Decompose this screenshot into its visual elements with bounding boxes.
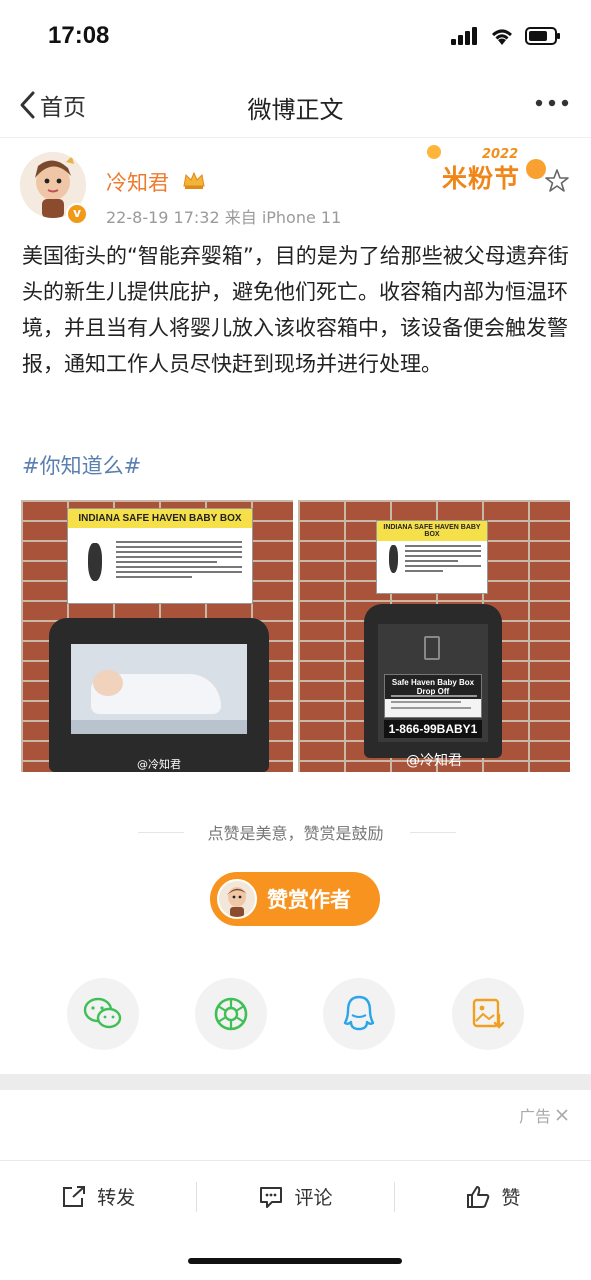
sign-title: INDIANA SAFE HAVEN BABY BOX <box>68 509 252 528</box>
ad-label[interactable]: 广告 <box>519 1103 569 1127</box>
baby-box-interior <box>71 644 247 734</box>
baby-box-frame <box>49 618 269 772</box>
page-title: 微博正文 <box>247 96 344 124</box>
reward-hint: 点赞是美意，赞赏是鼓励 <box>207 824 384 843</box>
footprint-icon <box>389 545 398 573</box>
baby-head <box>93 670 123 696</box>
moments-icon <box>214 997 248 1031</box>
reward-button-label: 赞赏作者 <box>267 888 351 912</box>
crown-icon <box>183 171 205 189</box>
home-indicator <box>188 1258 402 1264</box>
divider-right <box>410 832 456 833</box>
nav-bar: 首页 微博正文 <box>0 72 591 138</box>
section-divider <box>0 1074 591 1090</box>
like-label: 赞 <box>501 1187 521 1209</box>
baby-box-sign: INDIANA SAFE HAVEN BABY BOX <box>67 508 253 604</box>
verified-badge: v <box>66 203 88 225</box>
door-handle <box>424 636 440 660</box>
comment-button[interactable]: 评论 <box>197 1183 393 1210</box>
footprint-icon <box>88 543 102 581</box>
box-floor <box>71 720 247 734</box>
status-time: 17:08 <box>48 22 110 49</box>
share-moments-button[interactable] <box>195 978 267 1050</box>
share-qq-button[interactable] <box>323 978 395 1050</box>
phone-number: 1-866-99BABY1 <box>384 720 482 738</box>
favorite-star-icon[interactable] <box>544 168 570 194</box>
bottom-toolbar: 转发 评论 赞 <box>0 1160 591 1232</box>
status-bar: 17:08 <box>0 0 591 70</box>
baby-box-door: Safe Haven Baby Box Drop Off 1-866-99BAB… <box>378 624 488 742</box>
sign-text-lines <box>116 541 242 581</box>
sign-text-lines <box>405 545 481 575</box>
post-image-2[interactable]: INDIANA SAFE HAVEN BABY BOX Safe Haven B… <box>298 500 570 772</box>
repost-icon <box>63 1185 86 1207</box>
badge-text: 米粉节 <box>442 164 521 193</box>
image-watermark: @冷知君 <box>137 758 181 771</box>
post-meta: 22-8-19 17:32 来自 iPhone 11 <box>106 208 342 227</box>
image-watermark: @冷知君 <box>406 753 462 769</box>
ad-label-text: 广告 <box>518 1107 551 1126</box>
sign-title: INDIANA SAFE HAVEN BABY BOX <box>377 521 487 541</box>
repost-button[interactable]: 转发 <box>0 1183 196 1210</box>
wechat-icon <box>83 997 122 1029</box>
more-button[interactable] <box>535 92 569 111</box>
thumbs-up-icon <box>467 1185 490 1208</box>
badge-dot <box>427 145 441 159</box>
status-icons <box>451 26 561 46</box>
verified-mark: v <box>73 206 81 220</box>
fan-festival-badge: 2022 米粉节 <box>422 145 552 199</box>
signal-icon <box>451 27 477 45</box>
baby-box-sign: INDIANA SAFE HAVEN BABY BOX <box>376 520 488 594</box>
more-dots-icon <box>535 99 569 107</box>
save-image-icon <box>472 998 505 1029</box>
reward-author-button[interactable]: 赞赏作者 <box>210 872 380 926</box>
share-wechat-button[interactable] <box>67 978 139 1050</box>
comment-icon <box>260 1186 283 1208</box>
like-button[interactable]: 赞 <box>395 1183 591 1210</box>
qq-icon <box>343 995 375 1031</box>
reward-avatar <box>217 879 257 919</box>
author-name[interactable]: 冷知君 <box>106 167 169 197</box>
dropoff-panel: Safe Haven Baby Box Drop Off <box>384 674 482 718</box>
repost-label: 转发 <box>97 1187 136 1209</box>
wifi-icon <box>492 29 512 45</box>
comment-label: 评论 <box>294 1187 333 1209</box>
battery-icon <box>525 27 560 45</box>
hashtag-link[interactable]: #你知道么# <box>22 450 141 480</box>
post-text: 美国街头的“智能弃婴箱”，目的是为了给那些被父母遗弃街头的新生儿提供庇护，避免他… <box>22 244 569 376</box>
baby-box-frame: Safe Haven Baby Box Drop Off 1-866-99BAB… <box>364 604 502 758</box>
post-image-1[interactable]: INDIANA SAFE HAVEN BABY BOX @冷知君 <box>21 500 293 772</box>
badge-dot <box>526 159 546 179</box>
share-save-image-button[interactable] <box>452 978 524 1050</box>
close-icon[interactable] <box>555 1108 569 1122</box>
